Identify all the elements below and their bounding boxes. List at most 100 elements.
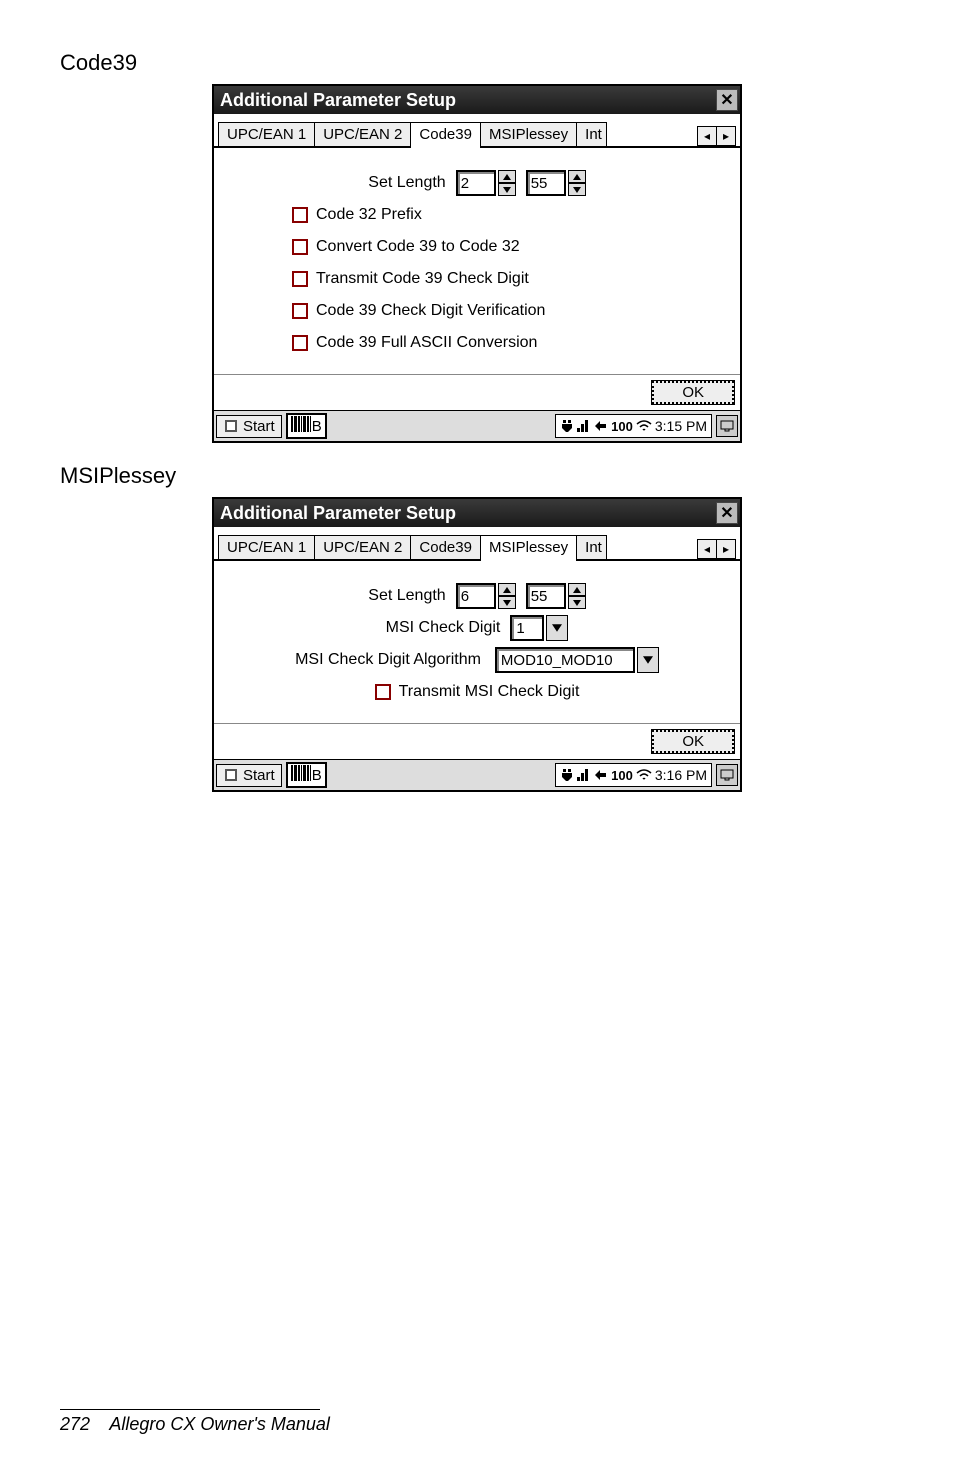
dropdown-button[interactable]: [546, 615, 568, 641]
tab-upcean2[interactable]: UPC/EAN 2: [314, 535, 411, 559]
tab-scroll-right-button[interactable]: ▸: [716, 126, 736, 146]
spin-down-button[interactable]: [568, 183, 586, 196]
checkbox-label: Convert Code 39 to Code 32: [316, 238, 520, 256]
manual-title: Allegro CX Owner's Manual: [109, 1414, 330, 1434]
algorithm-value[interactable]: [495, 647, 635, 673]
tab-code39[interactable]: Code39: [410, 122, 481, 148]
tab-msiplessey[interactable]: MSIPlessey: [480, 535, 577, 561]
checkbox-icon: [292, 271, 308, 287]
triangle-down-icon: [503, 187, 511, 193]
chevron-right-icon: ▸: [723, 542, 729, 556]
show-desktop-button[interactable]: [716, 415, 738, 437]
close-button[interactable]: ✕: [716, 502, 738, 524]
plug-icon: [560, 767, 574, 783]
set-length-row: Set Length: [232, 583, 722, 609]
barcode-icon: [291, 765, 312, 785]
checkbox-fullascii[interactable]: Code 39 Full ASCII Conversion: [292, 334, 537, 352]
spin-up-button[interactable]: [498, 170, 516, 183]
checkbox-convert[interactable]: Convert Code 39 to Code 32: [292, 238, 520, 256]
taskbar: Start B 100 3:16 PM: [214, 759, 740, 790]
window-title: Additional Parameter Setup: [220, 90, 456, 111]
tab-scroll-left-button[interactable]: ◂: [697, 539, 717, 559]
system-tray: 100 3:15 PM: [555, 414, 712, 438]
checkbox-label: Code 39 Full ASCII Conversion: [316, 334, 537, 352]
length-max-input[interactable]: [526, 583, 566, 609]
start-button[interactable]: Start: [216, 415, 282, 438]
ok-button[interactable]: OK: [652, 730, 734, 753]
tab-scroll-right-button[interactable]: ▸: [716, 539, 736, 559]
sync-icon: [594, 768, 608, 782]
tab-code39[interactable]: Code39: [410, 535, 481, 559]
signal-icon: [577, 767, 591, 783]
close-icon: ✕: [720, 503, 733, 523]
length-min-input[interactable]: [456, 583, 496, 609]
taskbar: Start B 100 3:15 PM: [214, 410, 740, 441]
wifi-icon: [636, 420, 652, 432]
spin-up-button[interactable]: [568, 170, 586, 183]
window-title: Additional Parameter Setup: [220, 503, 456, 524]
dropdown-button[interactable]: [637, 647, 659, 673]
tab-content: Set Length Code 32 Prefix Convert Code 3…: [214, 148, 740, 374]
spin-up-button[interactable]: [498, 583, 516, 596]
start-icon: [223, 767, 239, 783]
triangle-down-icon: [573, 600, 581, 606]
chevron-right-icon: ▸: [723, 129, 729, 143]
spin-down-button[interactable]: [498, 183, 516, 196]
set-length-row: Set Length: [232, 170, 722, 196]
check-digit-select[interactable]: [510, 615, 568, 641]
clock-text: 3:16 PM: [655, 767, 707, 783]
tab-scroll: ◂ ▸: [698, 539, 736, 559]
checkbox-label: Transmit Code 39 Check Digit: [316, 270, 529, 288]
length-max-spinner: [526, 170, 586, 196]
checkbox-transmit-msi[interactable]: Transmit MSI Check Digit: [375, 683, 580, 701]
algorithm-label: MSI Check Digit Algorithm: [295, 651, 481, 669]
tab-upcean1[interactable]: UPC/EAN 1: [218, 122, 315, 146]
taskbar-app[interactable]: B: [286, 762, 327, 788]
close-button[interactable]: ✕: [716, 89, 738, 111]
page-number: 272: [60, 1414, 90, 1434]
tab-msiplessey[interactable]: MSIPlessey: [480, 122, 577, 146]
chevron-left-icon: ◂: [704, 129, 710, 143]
show-desktop-button[interactable]: [716, 764, 738, 786]
battery-text: 100: [611, 419, 633, 434]
checkbox-label: Transmit MSI Check Digit: [399, 683, 580, 701]
page-footer: 272 Allegro CX Owner's Manual: [60, 1409, 894, 1435]
triangle-down-icon: [643, 656, 653, 664]
start-label: Start: [243, 418, 275, 435]
triangle-up-icon: [573, 587, 581, 593]
length-min-input[interactable]: [456, 170, 496, 196]
system-tray: 100 3:16 PM: [555, 763, 712, 787]
barcode-icon: [291, 416, 312, 436]
tab-content: Set Length MSI Check Digit: [214, 561, 740, 723]
tab-upcean2[interactable]: UPC/EAN 2: [314, 122, 411, 146]
checkbox-icon: [292, 207, 308, 223]
titlebar: Additional Parameter Setup ✕: [214, 86, 740, 114]
start-button[interactable]: Start: [216, 764, 282, 787]
checkbox-icon: [375, 684, 391, 700]
taskbar-app[interactable]: B: [286, 413, 327, 439]
checkbox-icon: [292, 239, 308, 255]
algorithm-select[interactable]: [495, 647, 659, 673]
tab-int[interactable]: Int: [576, 535, 607, 559]
algorithm-row: MSI Check Digit Algorithm: [232, 647, 722, 673]
checkbox-label: Code 39 Check Digit Verification: [316, 302, 545, 320]
checkbox-transmit[interactable]: Transmit Code 39 Check Digit: [292, 270, 529, 288]
taskbar-app-letter: B: [312, 767, 322, 784]
spin-down-button[interactable]: [568, 596, 586, 609]
spin-up-button[interactable]: [568, 583, 586, 596]
tab-upcean1[interactable]: UPC/EAN 1: [218, 535, 315, 559]
tab-scroll: ◂ ▸: [698, 126, 736, 146]
set-length-label: Set Length: [368, 174, 445, 192]
ok-button[interactable]: OK: [652, 381, 734, 404]
tab-scroll-left-button[interactable]: ◂: [697, 126, 717, 146]
tab-int[interactable]: Int: [576, 122, 607, 146]
clock-text: 3:15 PM: [655, 418, 707, 434]
length-min-spinner: [456, 583, 516, 609]
spin-down-button[interactable]: [498, 596, 516, 609]
tabbar: UPC/EAN 1 UPC/EAN 2 Code39 MSIPlessey In…: [214, 527, 740, 561]
check-digit-value[interactable]: [510, 615, 544, 641]
length-max-input[interactable]: [526, 170, 566, 196]
checkbox-verify[interactable]: Code 39 Check Digit Verification: [292, 302, 545, 320]
sync-icon: [594, 419, 608, 433]
checkbox-code32-prefix[interactable]: Code 32 Prefix: [292, 206, 422, 224]
